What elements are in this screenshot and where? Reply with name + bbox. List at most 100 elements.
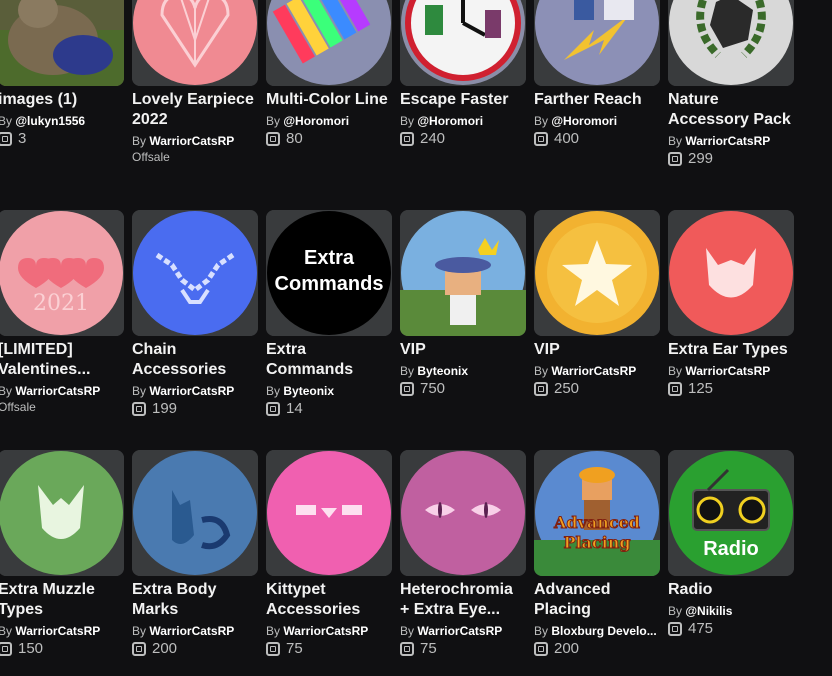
item-name[interactable]: VIP bbox=[534, 340, 660, 360]
item-creator[interactable]: By WarriorCatsRP bbox=[0, 383, 124, 399]
item-card[interactable]: Multi-Color Line By @Horomori 80 bbox=[266, 0, 392, 148]
creator-name[interactable]: Byteonix bbox=[283, 384, 334, 398]
item-card[interactable]: Nature Accessory Pack By WarriorCatsRP 2… bbox=[668, 0, 794, 168]
item-thumbnail[interactable] bbox=[400, 0, 526, 86]
creator-name[interactable]: WarriorCatsRP bbox=[149, 134, 234, 148]
item-card[interactable]: Advanced Placing Advanced Placing By Blo… bbox=[534, 450, 660, 658]
item-thumbnail[interactable] bbox=[534, 210, 660, 336]
price-value: 299 bbox=[688, 150, 714, 167]
item-creator[interactable]: By Byteonix bbox=[266, 383, 392, 399]
creator-name[interactable]: @Nikilis bbox=[685, 604, 732, 618]
creator-name[interactable]: WarriorCatsRP bbox=[685, 134, 770, 148]
item-name[interactable]: Extra Ear Types bbox=[668, 340, 794, 360]
item-card[interactable]: Extra Muzzle Types By WarriorCatsRP 150 bbox=[0, 450, 124, 658]
item-price: 299 bbox=[668, 150, 794, 168]
item-creator[interactable]: By WarriorCatsRP bbox=[266, 623, 392, 639]
item-thumbnail[interactable] bbox=[534, 0, 660, 86]
item-thumbnail[interactable]: Radio bbox=[668, 450, 794, 576]
item-name[interactable]: Nature Accessory Pack bbox=[668, 90, 794, 130]
item-card[interactable]: Kittypet Accessories By WarriorCatsRP 75 bbox=[266, 450, 392, 658]
item-thumbnail[interactable]: 2021 bbox=[0, 210, 124, 336]
creator-name[interactable]: WarriorCatsRP bbox=[15, 384, 100, 398]
item-creator[interactable]: By WarriorCatsRP bbox=[0, 623, 124, 639]
item-creator[interactable]: By WarriorCatsRP bbox=[668, 363, 794, 379]
item-name[interactable]: Extra Muzzle Types bbox=[0, 580, 124, 620]
item-name[interactable]: Extra Body Marks bbox=[132, 580, 258, 620]
item-creator[interactable]: By @Nikilis bbox=[668, 603, 794, 619]
item-price: 400 bbox=[534, 130, 660, 148]
item-thumbnail[interactable] bbox=[132, 0, 258, 86]
item-creator[interactable]: By Byteonix bbox=[400, 363, 526, 379]
creator-name[interactable]: @Horomori bbox=[283, 114, 349, 128]
creator-name[interactable]: WarriorCatsRP bbox=[283, 624, 368, 638]
item-creator[interactable]: By Bloxburg Develo... bbox=[534, 623, 660, 639]
creator-name[interactable]: @lukyn1556 bbox=[15, 114, 85, 128]
item-card[interactable]: VIP By WarriorCatsRP 250 bbox=[534, 210, 660, 398]
creator-name[interactable]: WarriorCatsRP bbox=[149, 624, 234, 638]
creator-name[interactable]: WarriorCatsRP bbox=[685, 364, 770, 378]
item-creator[interactable]: By WarriorCatsRP bbox=[132, 383, 258, 399]
creator-name[interactable]: WarriorCatsRP bbox=[551, 364, 636, 378]
item-name[interactable]: Advanced Placing bbox=[534, 580, 660, 620]
creator-name[interactable]: WarriorCatsRP bbox=[417, 624, 502, 638]
creator-name[interactable]: WarriorCatsRP bbox=[15, 624, 100, 638]
item-name[interactable]: Multi-Color Line bbox=[266, 90, 392, 110]
robux-icon bbox=[400, 132, 414, 146]
item-thumbnail[interactable] bbox=[0, 0, 124, 86]
item-name[interactable]: Chain Accessories bbox=[132, 340, 258, 380]
item-name[interactable]: VIP bbox=[400, 340, 526, 360]
item-thumbnail[interactable] bbox=[668, 0, 794, 86]
item-card[interactable]: VIP By Byteonix 750 bbox=[400, 210, 526, 398]
item-name[interactable]: Heterochromia + Extra Eye... bbox=[400, 580, 526, 620]
item-name[interactable]: Farther Reach bbox=[534, 90, 660, 110]
item-creator[interactable]: By WarriorCatsRP bbox=[534, 363, 660, 379]
creator-name[interactable]: @Horomori bbox=[551, 114, 617, 128]
badge-line-2: Placing bbox=[563, 533, 630, 552]
item-creator[interactable]: By WarriorCatsRP bbox=[400, 623, 526, 639]
item-creator[interactable]: By @Horomori bbox=[266, 113, 392, 129]
item-thumbnail[interactable] bbox=[400, 210, 526, 336]
item-card[interactable]: Lovely Earpiece 2022 By WarriorCatsRP Of… bbox=[132, 0, 258, 165]
creator-prefix: By bbox=[534, 364, 549, 378]
item-thumbnail[interactable]: Extra Commands bbox=[266, 210, 392, 336]
item-creator[interactable]: By WarriorCatsRP bbox=[132, 133, 258, 149]
price-value: 750 bbox=[420, 380, 446, 397]
item-thumbnail[interactable] bbox=[0, 450, 124, 576]
item-creator[interactable]: By @lukyn1556 bbox=[0, 113, 124, 129]
creator-name[interactable]: Byteonix bbox=[417, 364, 468, 378]
item-card[interactable]: Extra Commands Extra Commands By Byteoni… bbox=[266, 210, 392, 418]
item-thumbnail[interactable] bbox=[132, 210, 258, 336]
item-name[interactable]: Escape Faster bbox=[400, 90, 526, 110]
creator-name[interactable]: @Horomori bbox=[417, 114, 483, 128]
item-card[interactable]: Chain Accessories By WarriorCatsRP 199 bbox=[132, 210, 258, 418]
item-card[interactable]: Farther Reach By @Horomori 400 bbox=[534, 0, 660, 148]
item-card[interactable]: Extra Body Marks By WarriorCatsRP 200 bbox=[132, 450, 258, 658]
item-creator[interactable]: By @Horomori bbox=[400, 113, 526, 129]
extra-commands-icon: Extra Commands bbox=[266, 210, 392, 336]
item-thumbnail[interactable] bbox=[266, 450, 392, 576]
creator-name[interactable]: WarriorCatsRP bbox=[149, 384, 234, 398]
item-thumbnail[interactable] bbox=[668, 210, 794, 336]
item-name[interactable]: Radio bbox=[668, 580, 794, 600]
item-name[interactable]: Kittypet Accessories bbox=[266, 580, 392, 620]
item-creator[interactable]: By WarriorCatsRP bbox=[668, 133, 794, 149]
item-card[interactable]: Escape Faster By @Horomori 240 bbox=[400, 0, 526, 148]
item-creator[interactable]: By WarriorCatsRP bbox=[132, 623, 258, 639]
item-name[interactable]: [LIMITED] Valentines... bbox=[0, 340, 124, 380]
item-card[interactable]: Heterochromia + Extra Eye... By WarriorC… bbox=[400, 450, 526, 658]
item-thumbnail[interactable] bbox=[132, 450, 258, 576]
creator-name[interactable]: Bloxburg Develo... bbox=[551, 624, 656, 638]
item-thumbnail[interactable] bbox=[400, 450, 526, 576]
item-name[interactable]: Lovely Earpiece 2022 bbox=[132, 90, 258, 130]
item-name[interactable]: images (1) bbox=[0, 90, 124, 110]
item-name[interactable]: Extra Commands bbox=[266, 340, 392, 380]
item-thumbnail[interactable]: Advanced Placing bbox=[534, 450, 660, 576]
item-card[interactable]: images (1) By @lukyn1556 3 bbox=[0, 0, 124, 148]
badge-line-1: Extra bbox=[304, 247, 355, 269]
item-card[interactable]: Extra Ear Types By WarriorCatsRP 125 bbox=[668, 210, 794, 398]
item-card[interactable]: Radio Radio By @Nikilis 475 bbox=[668, 450, 794, 638]
item-thumbnail[interactable] bbox=[266, 0, 392, 86]
item-creator[interactable]: By @Horomori bbox=[534, 113, 660, 129]
item-card[interactable]: 2021 [LIMITED] Valentines... By WarriorC… bbox=[0, 210, 124, 415]
creator-prefix: By bbox=[132, 624, 147, 638]
